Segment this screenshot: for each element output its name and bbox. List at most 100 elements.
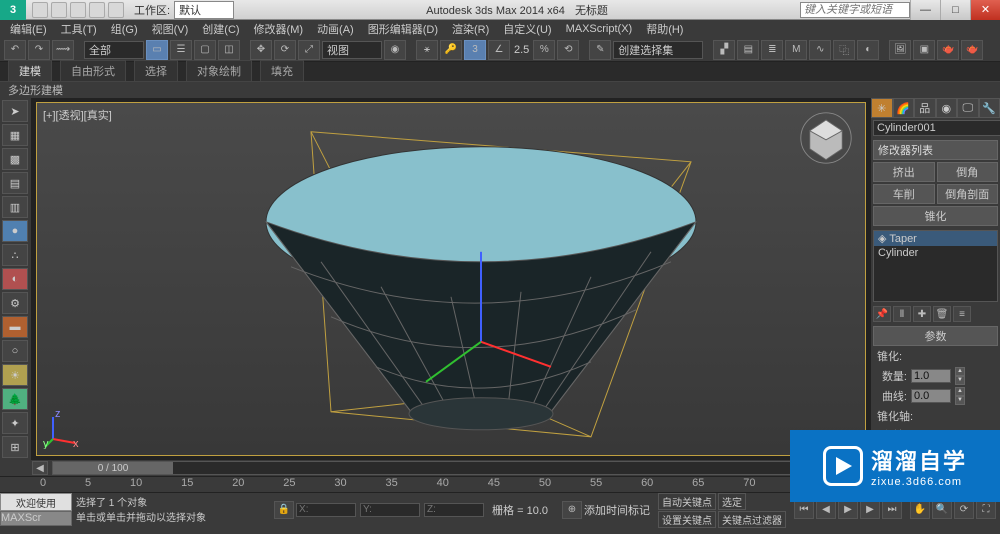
nav-pan-icon[interactable]: ✋ [910, 501, 930, 519]
pivot-icon[interactable]: ◉ [384, 40, 406, 60]
stack-item-cylinder[interactable]: Cylinder [874, 246, 997, 260]
curve-down-icon[interactable]: ▼ [955, 396, 965, 405]
qat-undo-icon[interactable] [70, 2, 86, 18]
nav-maximize-icon[interactable]: ⛶ [976, 501, 996, 519]
time-prev-icon[interactable]: ◀ [32, 461, 48, 475]
menu-maxscript[interactable]: MAXScript(X) [560, 23, 639, 35]
close-button[interactable]: ✕ [970, 0, 1000, 20]
selected-button[interactable]: 选定 [718, 493, 746, 510]
rotate-tool-icon[interactable]: ⟳ [274, 40, 296, 60]
keymode-icon[interactable]: 🔑 [440, 40, 462, 60]
nav-orbit-icon[interactable]: ⟳ [954, 501, 974, 519]
select-tool-icon[interactable]: ▭ [146, 40, 168, 60]
ribbon-tab-freeform[interactable]: 自由形式 [60, 60, 126, 81]
render-setup-icon[interactable]: 🖼 [889, 40, 911, 60]
render-icon[interactable]: 🫖 [937, 40, 959, 60]
curve-up-icon[interactable]: ▲ [955, 387, 965, 396]
qat-save-icon[interactable] [51, 2, 67, 18]
menu-help[interactable]: 帮助(H) [640, 21, 689, 37]
render-frame-icon[interactable]: ▣ [913, 40, 935, 60]
viewport-label[interactable]: [+][透视][真实] [43, 107, 112, 123]
workspace-dropdown[interactable]: 默认 [174, 1, 234, 19]
lock-icon[interactable]: 🔒 [274, 501, 294, 519]
lt-orange-icon[interactable]: ▬ [2, 316, 28, 338]
ref-coord-dropdown[interactable]: 视图 [322, 41, 382, 59]
selection-filter-dropdown[interactable]: 全部 [84, 41, 144, 59]
amount-input[interactable] [911, 369, 951, 383]
params-header[interactable]: 参数 [873, 326, 998, 346]
tab-modify-icon[interactable]: 🌈 [893, 98, 915, 118]
lt-red-icon[interactable]: ◐ [2, 268, 28, 290]
spinner-snap-icon[interactable]: ⟲ [557, 40, 579, 60]
percent-snap-icon[interactable]: % [533, 40, 555, 60]
stack-item-taper[interactable]: ◈ Taper [874, 231, 997, 246]
tab-hierarchy-icon[interactable]: 品 [914, 98, 936, 118]
play-next-icon[interactable]: ▶ [860, 501, 880, 519]
curve-input[interactable] [911, 389, 951, 403]
maximize-button[interactable]: □ [940, 0, 970, 20]
coord-z-input[interactable] [424, 503, 484, 517]
btn-chamfer[interactable]: 倒角 [937, 162, 999, 182]
redo-icon[interactable]: ↷ [28, 40, 50, 60]
autokey-button[interactable]: 自动关键点 [658, 493, 716, 510]
qat-link-icon[interactable] [108, 2, 124, 18]
tab-motion-icon[interactable]: ◉ [936, 98, 958, 118]
lt-scatter-icon[interactable]: ∴ [2, 244, 28, 266]
modifier-list-dropdown[interactable]: 修改器列表 [873, 140, 998, 160]
nav-zoom-icon[interactable]: 🔍 [932, 501, 952, 519]
setkey-button[interactable]: 设置关键点 [658, 511, 716, 528]
named-selection-dropdown[interactable]: 创建选择集 [613, 41, 703, 59]
amount-up-icon[interactable]: ▲ [955, 367, 965, 376]
minimize-button[interactable]: — [910, 0, 940, 20]
btn-bevelprofile[interactable]: 倒角剖面 [937, 184, 999, 204]
menu-graph[interactable]: 图形编辑器(D) [362, 21, 444, 37]
stack-pin-icon[interactable]: 📌 [873, 306, 891, 322]
stack-config-icon[interactable]: ≡ [953, 306, 971, 322]
lt-gear-icon[interactable]: ⚙ [2, 292, 28, 314]
material-editor-icon[interactable]: ◐ [857, 40, 879, 60]
select-name-icon[interactable]: ☰ [170, 40, 192, 60]
undo-icon[interactable]: ↶ [4, 40, 26, 60]
time-slider-thumb[interactable]: 0 / 100 [53, 462, 173, 474]
menu-anim[interactable]: 动画(A) [311, 21, 360, 37]
tab-create-icon[interactable]: ✳ [871, 98, 893, 118]
menu-group[interactable]: 组(G) [105, 21, 144, 37]
time-tag-icon[interactable]: ⊕ [562, 501, 582, 519]
lt-arrow-icon[interactable]: ➤ [2, 100, 28, 122]
menu-customize[interactable]: 自定义(U) [497, 21, 557, 37]
btn-taper[interactable]: 锥化 [873, 206, 998, 226]
btn-lathe[interactable]: 车削 [873, 184, 935, 204]
coord-x-input[interactable] [296, 503, 356, 517]
menu-views[interactable]: 视图(V) [146, 21, 195, 37]
viewcube[interactable] [799, 111, 853, 165]
lt-tree-icon[interactable]: 🌲 [2, 388, 28, 410]
window-cross-icon[interactable]: ◫ [218, 40, 240, 60]
play-end-icon[interactable]: ⏭ [882, 501, 902, 519]
lt-grid-icon[interactable]: ⊞ [2, 436, 28, 458]
menu-edit[interactable]: 编辑(E) [4, 21, 53, 37]
snap-toggle-icon[interactable]: 3 [464, 40, 486, 60]
amount-down-icon[interactable]: ▼ [955, 376, 965, 385]
lt-sun-icon[interactable]: ☀ [2, 364, 28, 386]
layers-icon[interactable]: ≣ [761, 40, 783, 60]
lt-light-icon[interactable]: ✦ [2, 412, 28, 434]
qat-redo-icon[interactable] [89, 2, 105, 18]
modifier-stack[interactable]: ◈ Taper Cylinder [873, 230, 998, 302]
play-start-icon[interactable]: ⏮ [794, 501, 814, 519]
align-icon[interactable]: ▤ [737, 40, 759, 60]
manip-icon[interactable]: ⚹ [416, 40, 438, 60]
lt-panel3-icon[interactable]: ▤ [2, 172, 28, 194]
curve-editor-icon[interactable]: ∿ [809, 40, 831, 60]
tab-utilities-icon[interactable]: 🔧 [979, 98, 1000, 118]
schematic-icon[interactable]: ⿻ [833, 40, 855, 60]
render-prod-icon[interactable]: 🫖 [961, 40, 983, 60]
lt-blue-icon[interactable]: ● [2, 220, 28, 242]
qat-open-icon[interactable] [32, 2, 48, 18]
coord-y-input[interactable] [360, 503, 420, 517]
maxscript-mini-listener[interactable]: MAXScr [0, 511, 72, 526]
keyfilter-button[interactable]: 关键点过滤器 [718, 511, 786, 528]
object-name-input[interactable] [873, 120, 1000, 136]
link-icon[interactable]: ⟿ [52, 40, 74, 60]
stack-showend-icon[interactable]: Ⅱ [893, 306, 911, 322]
menu-render[interactable]: 渲染(R) [446, 21, 495, 37]
